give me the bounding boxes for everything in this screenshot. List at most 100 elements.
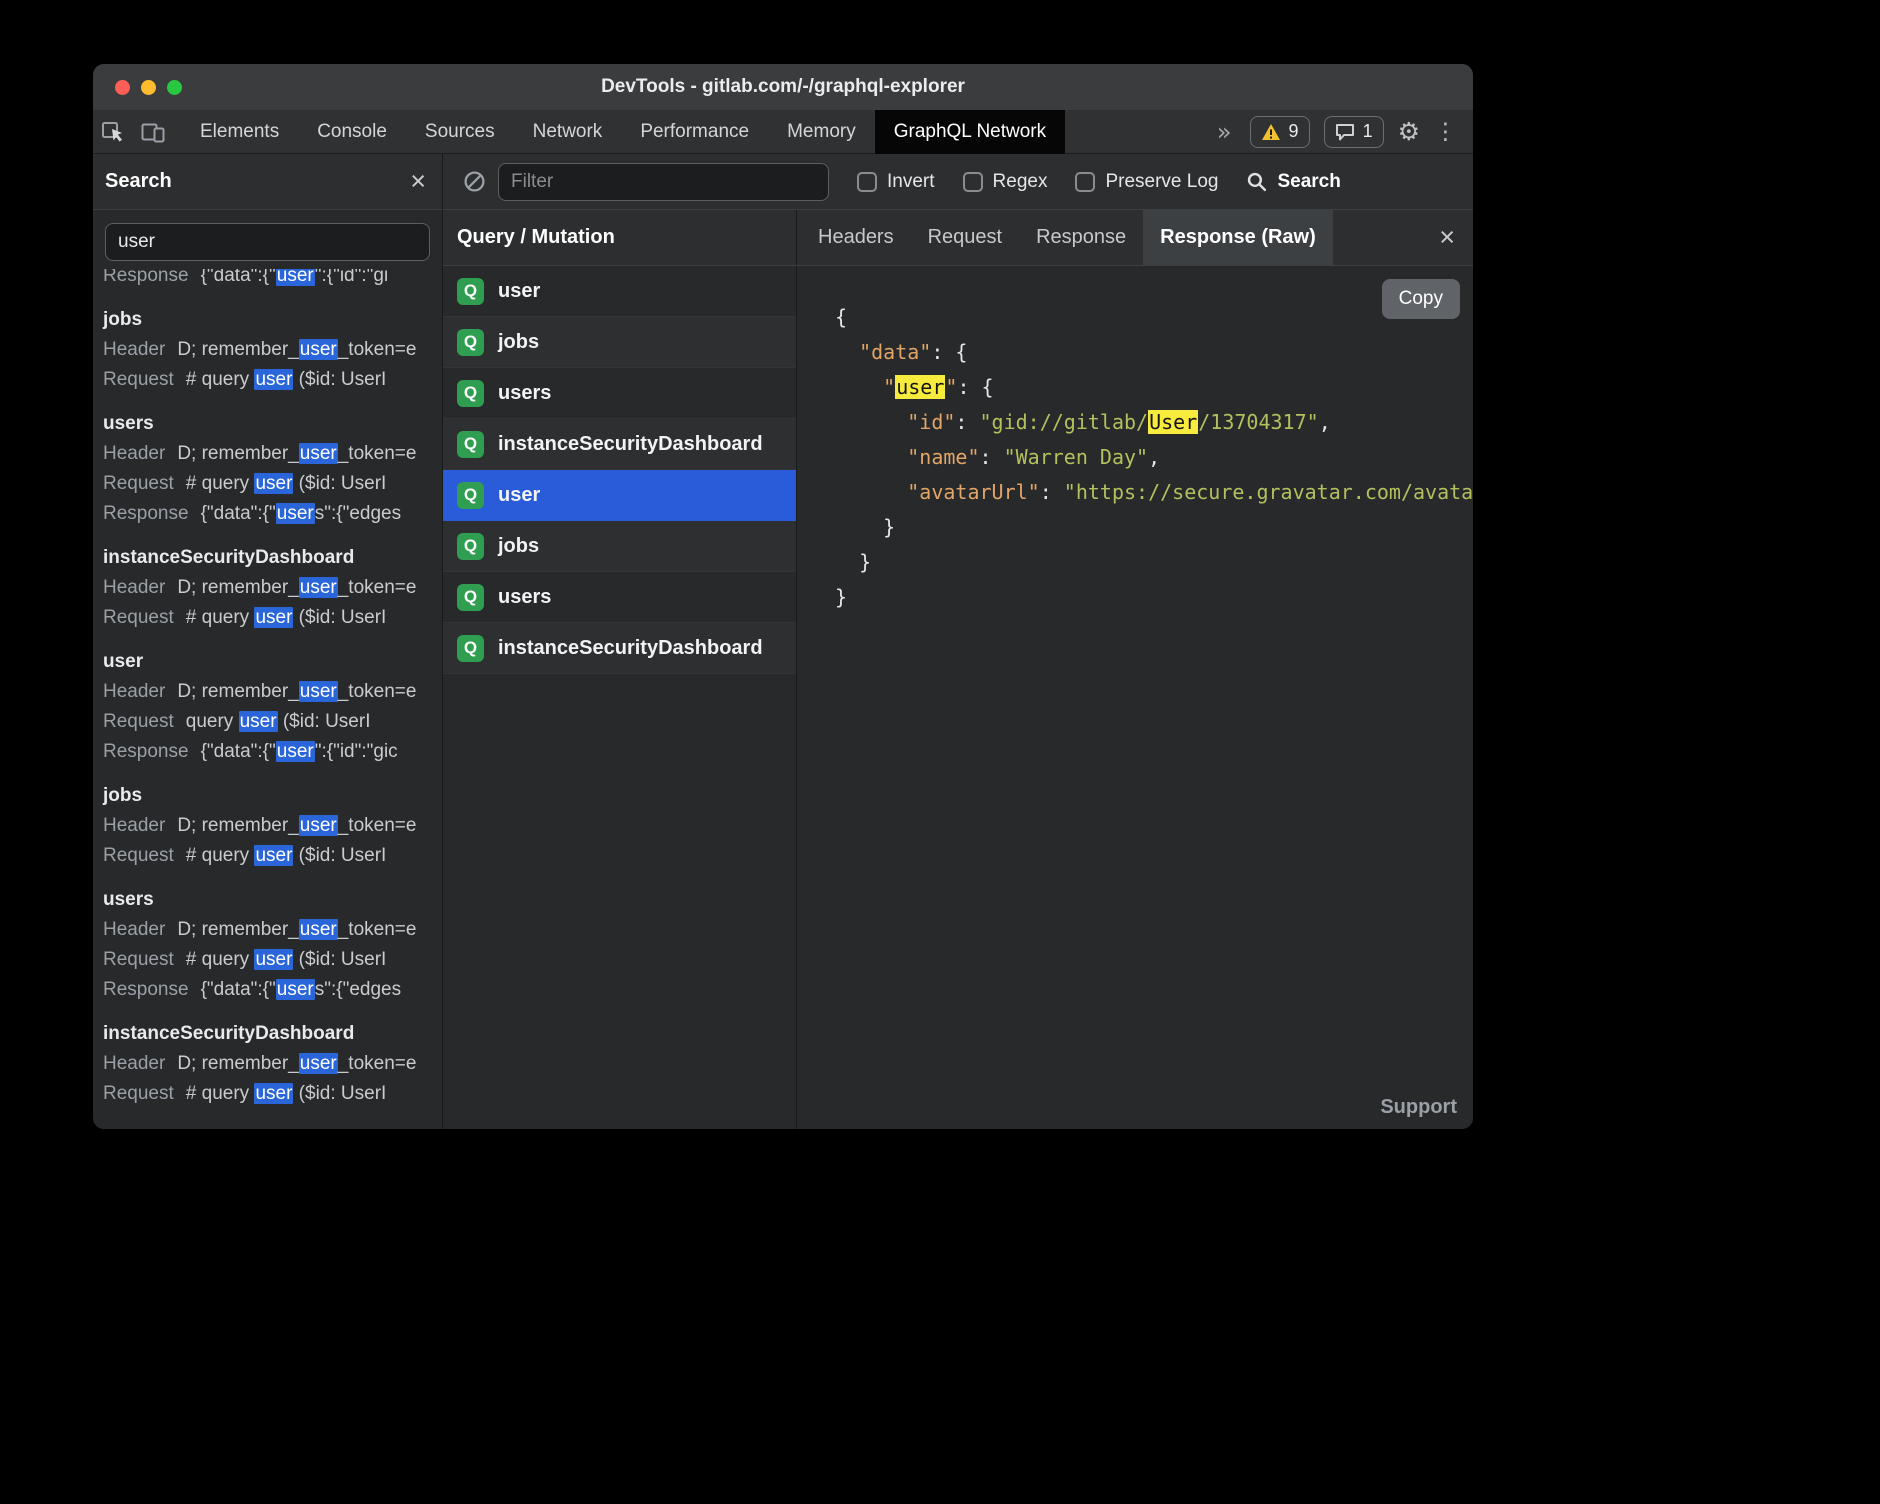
query-list-item[interactable]: Quser <box>443 470 796 521</box>
query-label: user <box>498 280 540 303</box>
tab-elements[interactable]: Elements <box>181 110 298 154</box>
result-row-text: D; remember_user_token=e <box>177 1053 416 1074</box>
response-detail-panel: Copy { "data": { "user": { "id": "gid://… <box>797 266 1473 1129</box>
result-row-label: Header <box>103 577 165 598</box>
detail-tab-response[interactable]: Response <box>1019 210 1143 265</box>
copy-button[interactable]: Copy <box>1382 279 1460 319</box>
toolbar-actions: » 9 1 ⚙ ⋮ <box>1213 110 1473 154</box>
search-result-group-title: users <box>103 885 442 915</box>
window-titlebar: DevTools - gitlab.com/-/graphql-explorer <box>93 64 1473 110</box>
search-result-row[interactable]: Request# query user ($id: UserI <box>103 603 442 633</box>
search-result-row[interactable]: Request# query user ($id: UserI <box>103 469 442 499</box>
search-result-row[interactable]: Response{"data":{"user":{"id":"gic <box>103 737 442 767</box>
tab-sources[interactable]: Sources <box>406 110 514 154</box>
devtools-toolbar: ElementsConsoleSourcesNetworkPerformance… <box>93 110 1473 154</box>
result-row-text: # query user ($id: UserI <box>186 1083 387 1104</box>
query-list-item[interactable]: Qjobs <box>443 521 796 572</box>
query-list-item[interactable]: QinstanceSecurityDashboard <box>443 419 796 470</box>
code-line: } <box>835 580 1473 615</box>
checkbox-box[interactable] <box>1075 172 1095 192</box>
checkbox-regex[interactable]: Regex <box>963 171 1048 193</box>
tab-memory[interactable]: Memory <box>768 110 875 154</box>
close-window-button[interactable] <box>115 80 130 95</box>
tab-performance[interactable]: Performance <box>621 110 768 154</box>
tab-graphql-network[interactable]: GraphQL Network <box>875 110 1065 154</box>
search-result-group-title: jobs <box>103 781 442 811</box>
code-line: "user": { <box>835 370 1473 405</box>
tab-console[interactable]: Console <box>298 110 406 154</box>
detail-tab-headers[interactable]: Headers <box>801 210 911 265</box>
result-row-text: D; remember_user_token=e <box>177 577 416 598</box>
search-panel-title: Search <box>105 170 410 193</box>
search-result-row[interactable]: HeaderD; remember_user_token=e <box>103 439 442 469</box>
detail-tab-request[interactable]: Request <box>911 210 1020 265</box>
query-list-item[interactable]: Qusers <box>443 572 796 623</box>
close-search-panel-icon[interactable]: × <box>410 168 426 195</box>
query-label: jobs <box>498 331 539 354</box>
network-filter-bar: Invert Regex Preserve Log Search <box>443 154 1473 210</box>
search-result-row[interactable]: Header D; remember_user_token=e <box>103 573 442 603</box>
query-list[interactable]: QuserQjobsQusersQinstanceSecurityDashboa… <box>443 266 797 1129</box>
detail-tabs: HeadersRequestResponseResponse (Raw) <box>797 210 1439 265</box>
checkbox-box[interactable] <box>857 172 877 192</box>
result-row-label: Header <box>103 815 165 836</box>
query-list-item[interactable]: Quser <box>443 266 796 317</box>
search-result-row[interactable]: Response{"data":{"users":{"edges <box>103 975 442 1005</box>
result-row-label: Request <box>103 369 174 390</box>
search-result-row[interactable]: Request# query user ($id: UserI <box>103 1079 442 1109</box>
support-link[interactable]: Support <box>1380 1096 1457 1119</box>
minimize-window-button[interactable] <box>141 80 156 95</box>
result-row-text: {"data":{"user":{"id":"gi <box>201 269 389 286</box>
search-panel: Search × Response{"data":{"user":{"id":"… <box>93 154 443 1129</box>
search-result-row[interactable]: HeaderD; remember_user_token=e <box>103 335 442 365</box>
code-line: } <box>835 545 1473 580</box>
warnings-badge[interactable]: 9 <box>1250 116 1310 148</box>
checkbox-preserve-log[interactable]: Preserve Log <box>1075 171 1218 193</box>
search-result-row[interactable]: Response{"data":{"user":{"id":"gi <box>103 269 442 291</box>
search-results[interactable]: Response{"data":{"user":{"id":"gijobsHea… <box>93 269 442 1129</box>
search-result-row[interactable]: HeaderD; remember_user_token=e <box>103 915 442 945</box>
close-detail-panel-icon[interactable]: × <box>1439 224 1455 251</box>
query-type-badge: Q <box>457 380 484 407</box>
devtools-window: DevTools - gitlab.com/-/graphql-explorer… <box>93 64 1473 1129</box>
settings-gear-icon[interactable]: ⚙ <box>1398 117 1420 146</box>
search-input[interactable] <box>105 223 430 261</box>
zoom-window-button[interactable] <box>167 80 182 95</box>
query-list-item[interactable]: Qjobs <box>443 317 796 368</box>
search-result-row[interactable]: Request# query user ($id: UserI <box>103 841 442 871</box>
query-label: users <box>498 586 551 609</box>
network-search-button[interactable]: Search <box>1246 171 1340 193</box>
device-toolbar-icon[interactable] <box>133 110 173 154</box>
checkbox-box[interactable] <box>963 172 983 192</box>
devtools-tabs: ElementsConsoleSourcesNetworkPerformance… <box>181 110 1065 154</box>
search-result-group: usersHeaderD; remember_user_token=eReque… <box>103 885 442 1005</box>
clear-log-icon[interactable] <box>463 170 486 193</box>
search-result-group: jobsHeaderD; remember_user_token=eReques… <box>103 781 442 871</box>
code-line: "avatarUrl": "https://secure.gravatar.co… <box>835 475 1473 510</box>
query-list-item[interactable]: QinstanceSecurityDashboard <box>443 623 796 674</box>
inspect-element-icon[interactable] <box>93 110 133 154</box>
devtools-main: Search × Response{"data":{"user":{"id":"… <box>93 154 1473 1129</box>
result-row-label: Request <box>103 711 174 732</box>
filter-input[interactable] <box>498 163 829 201</box>
search-result-row[interactable]: HeaderD; remember_user_token=e <box>103 811 442 841</box>
search-result-row[interactable]: Header D; remember_user_token=e <box>103 1049 442 1079</box>
detail-close-wrap: × <box>1439 210 1473 265</box>
search-result-row[interactable]: HeaderD; remember_user_token=e <box>103 677 442 707</box>
query-list-item[interactable]: Qusers <box>443 368 796 419</box>
checkbox-invert[interactable]: Invert <box>857 171 935 193</box>
kebab-menu-icon[interactable]: ⋮ <box>1434 119 1457 145</box>
result-row-label: Header <box>103 1053 165 1074</box>
messages-badge[interactable]: 1 <box>1324 116 1384 148</box>
detail-tab-response-raw[interactable]: Response (Raw) <box>1143 210 1333 265</box>
result-row-text: {"data":{"users":{"edges <box>201 979 402 1000</box>
result-row-label: Response <box>103 741 189 762</box>
result-row-label: Request <box>103 845 174 866</box>
result-row-text: D; remember_user_token=e <box>177 919 416 940</box>
tab-network[interactable]: Network <box>514 110 622 154</box>
search-result-row[interactable]: Request# query user ($id: UserI <box>103 365 442 395</box>
search-result-row[interactable]: Response{"data":{"users":{"edges <box>103 499 442 529</box>
search-result-row[interactable]: Request# query user ($id: UserI <box>103 945 442 975</box>
more-tabs-icon[interactable]: » <box>1213 110 1236 154</box>
search-result-row[interactable]: Requestquery user ($id: UserI <box>103 707 442 737</box>
